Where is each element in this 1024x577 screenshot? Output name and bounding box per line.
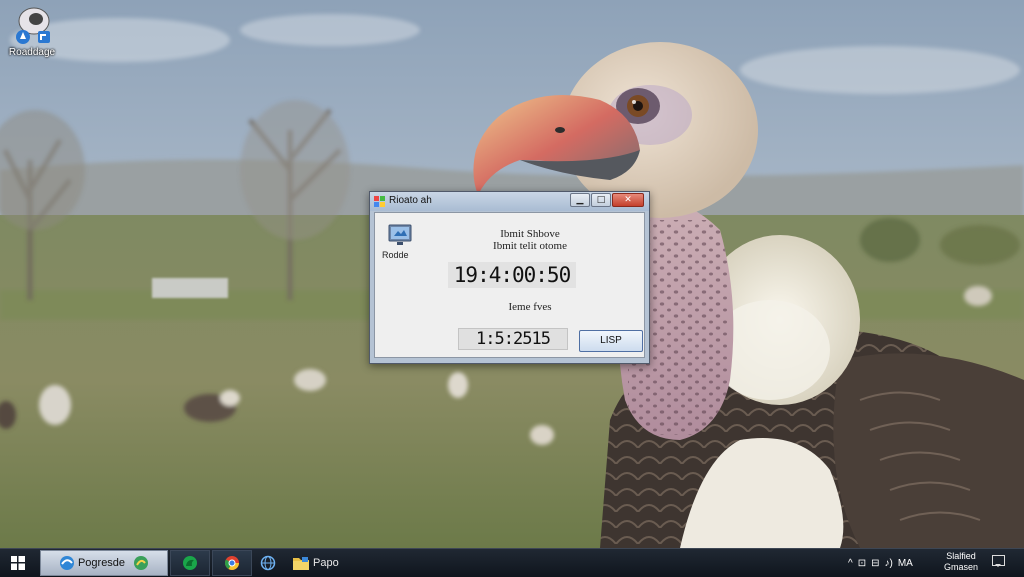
tray-display-icon[interactable]: ⊟	[871, 558, 879, 569]
tray-volume-icon[interactable]: ♪)	[884, 558, 892, 569]
taskbar: Pogresde Papo ^ ⊡ ⊟ ♪) MA Slalfied Gmase…	[0, 548, 1024, 577]
browser-icon	[59, 556, 74, 570]
chrome-icon	[224, 556, 239, 570]
desktop-icon-label: Roaddage	[8, 47, 56, 58]
sub-label: Ieme fves	[508, 301, 552, 313]
maximize-button[interactable]: □	[591, 193, 611, 207]
windows-logo-icon	[11, 556, 25, 570]
tray-language-indicator[interactable]: MA	[898, 558, 913, 569]
taskbar-clock[interactable]: Slalfied Gmasen	[936, 551, 986, 573]
globe-icon	[260, 555, 276, 571]
lisp-button[interactable]: LISP	[579, 330, 643, 352]
taskbar-item-label: Pogresde	[77, 557, 126, 569]
app-shortcut-icon	[12, 6, 52, 46]
taskbar-item-edge[interactable]	[170, 550, 210, 576]
start-button[interactable]	[4, 553, 32, 573]
minimize-button[interactable]: ▁	[570, 193, 590, 207]
dialog-body: Rodde Ibmit Shbove Ibmit telit otome 19:…	[374, 212, 645, 358]
dialog-heading-line1: Ibmit Shbove	[500, 228, 560, 240]
taskbar-item-pogresde[interactable]: Pogresde	[40, 550, 168, 576]
clock-line-1: Slalfied	[946, 551, 976, 561]
taskbar-item-papo[interactable]: Papo	[288, 550, 358, 576]
tray-network-icon[interactable]: ⊡	[858, 558, 866, 569]
taskbar-item-globe[interactable]	[254, 550, 282, 576]
main-time-display: 19:4:00:50	[448, 262, 576, 288]
edge-icon	[183, 556, 197, 570]
dialog-titlebar[interactable]: Rioato ah ▁ □ ✕	[370, 192, 649, 211]
notification-center-icon[interactable]	[992, 555, 1005, 567]
system-tray: ^ ⊡ ⊟ ♪) MA	[848, 553, 918, 573]
edge-icon	[134, 556, 149, 570]
tray-overflow-chevron-icon[interactable]: ^	[848, 558, 853, 569]
close-button[interactable]: ✕	[612, 193, 644, 207]
clock-line-2: Gmasen	[943, 562, 978, 572]
taskbar-item-chrome[interactable]	[212, 550, 252, 576]
timer-dialog: Rioato ah ▁ □ ✕ Rodde Ibmit Shbove Ibmit…	[369, 191, 650, 364]
folder-icon	[293, 557, 309, 570]
desktop-icon-roaddage[interactable]: Roaddage	[4, 6, 60, 58]
dialog-heading-line2: Ibmit telit otome	[493, 240, 567, 252]
secondary-time-field[interactable]: 1:5:2515	[458, 328, 568, 350]
app-icon	[374, 196, 385, 207]
taskbar-item-label: Papo	[313, 557, 339, 569]
dialog-title: Rioato ah	[389, 195, 432, 206]
